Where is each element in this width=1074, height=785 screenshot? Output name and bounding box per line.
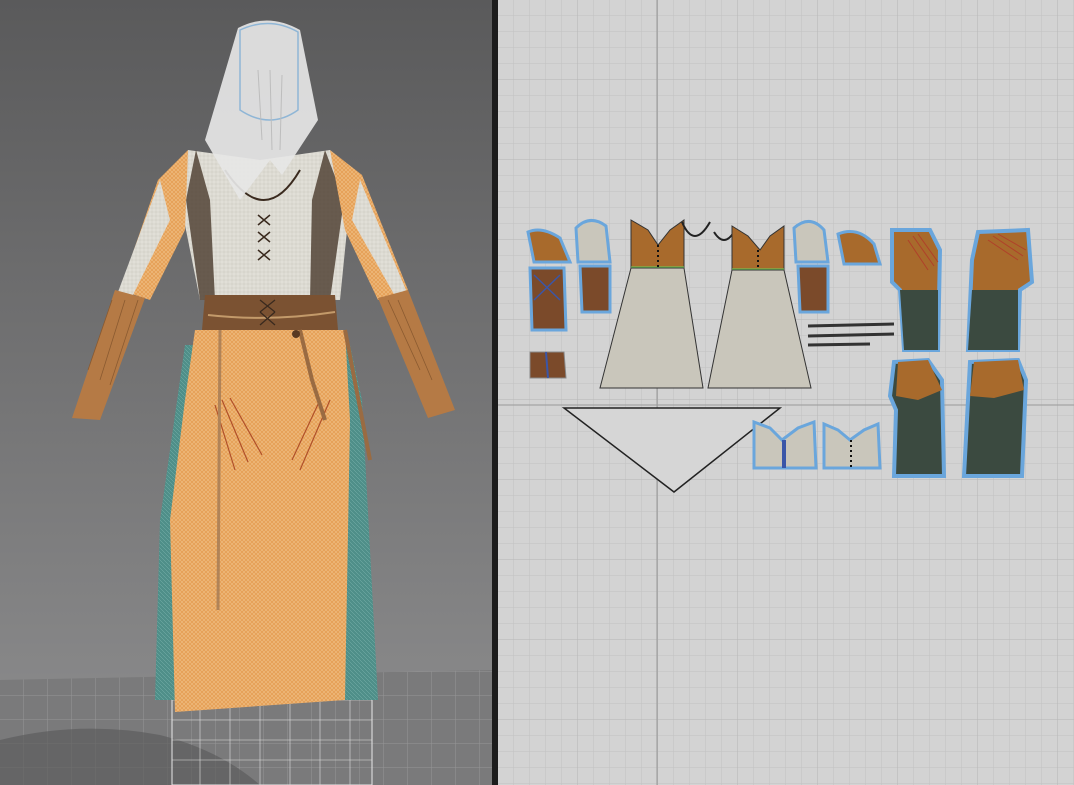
belt-tail (216, 329, 222, 611)
pattern-piece-small-belt[interactable] (529, 351, 567, 379)
corset-belt (202, 295, 338, 330)
pattern-piece-skirt-panel-2[interactable] (961, 357, 1029, 478)
pattern-piece-cuff-left[interactable] (528, 266, 568, 332)
pattern-piece-sleeve-2[interactable] (792, 220, 830, 314)
2d-pattern-viewport[interactable] (498, 0, 1074, 785)
belt-buckle (292, 330, 300, 338)
orange-apron (170, 330, 350, 712)
3d-viewport[interactable] (0, 0, 492, 785)
3d-scene[interactable] (0, 0, 492, 785)
pattern-canvas[interactable] (498, 0, 1074, 785)
pattern-piece-sleeve-1[interactable] (574, 219, 612, 314)
pattern-piece-skirt-panel-1[interactable] (887, 357, 947, 478)
